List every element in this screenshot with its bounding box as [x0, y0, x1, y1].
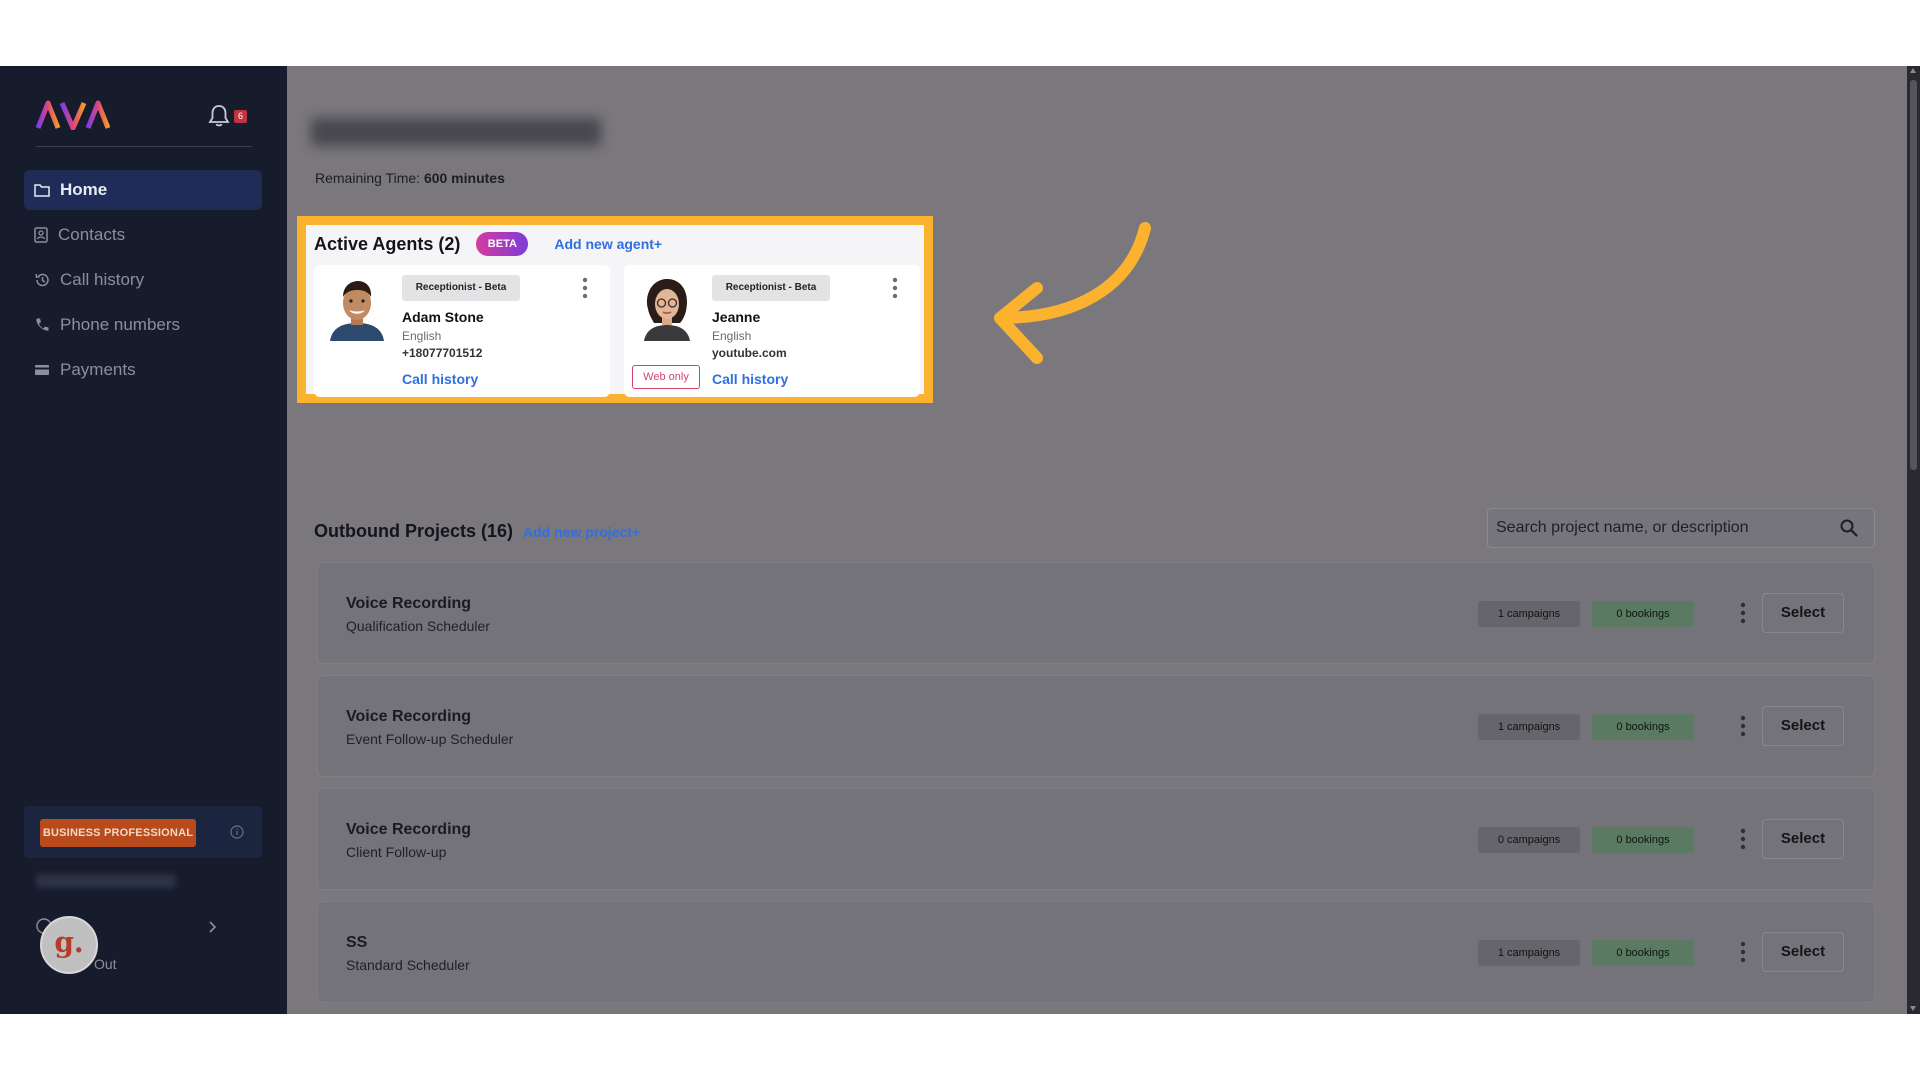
agent-call-history-link[interactable]: Call history — [402, 371, 478, 387]
plan-card: BUSINESS PROFESSIONAL — [24, 806, 262, 858]
bookings-badge: 0 bookings — [1592, 827, 1694, 853]
active-agents-header: Active Agents (2) BETA Add new agent+ — [314, 232, 662, 256]
project-description: Qualification Scheduler — [346, 618, 490, 634]
project-name: Voice Recording — [346, 821, 472, 838]
campaigns-badge: 1 campaigns — [1478, 714, 1580, 740]
project-row[interactable]: SS Standard Scheduler 1 campaigns 0 book… — [317, 901, 1875, 1003]
sidebar-item-contacts[interactable]: Contacts — [24, 215, 262, 255]
beta-badge: BETA — [476, 232, 529, 256]
agent-card[interactable]: Receptionist - Beta Adam Stone English +… — [314, 265, 610, 397]
campaigns-badge: 1 campaigns — [1478, 601, 1580, 627]
sidebar-item-label: Phone numbers — [60, 315, 181, 334]
vertical-scrollbar[interactable] — [1907, 66, 1920, 1014]
agent-phone: +18077701512 — [402, 346, 483, 360]
scroll-up-arrow[interactable] — [1910, 68, 1916, 73]
remaining-time: Remaining Time: 600 minutes — [315, 170, 505, 186]
more-vertical-icon[interactable] — [1740, 941, 1746, 963]
folder-icon — [34, 184, 50, 197]
project-search — [1487, 508, 1875, 548]
more-vertical-icon[interactable] — [1740, 828, 1746, 850]
history-icon — [35, 273, 49, 287]
agent-website: youtube.com — [712, 346, 787, 360]
project-row[interactable]: Voice Recording Client Follow-up 0 campa… — [317, 788, 1875, 890]
curved-arrow-icon — [994, 222, 1151, 364]
outbound-projects-header: Outbound Projects (16) Add new project+ — [314, 521, 640, 542]
sidebar-divider — [36, 146, 252, 147]
scroll-down-arrow[interactable] — [1910, 1006, 1916, 1011]
more-vertical-icon[interactable] — [892, 277, 898, 299]
campaigns-badge: 1 campaigns — [1478, 940, 1580, 966]
phone-icon — [36, 318, 49, 331]
agent-language: English — [712, 329, 752, 343]
project-list: Voice Recording Qualification Scheduler … — [317, 562, 1875, 1014]
select-project-button[interactable]: Select — [1762, 932, 1844, 972]
remaining-time-value: 600 minutes — [423, 170, 505, 186]
project-description: Standard Scheduler — [346, 957, 470, 973]
active-agents-title: Active Agents (2) — [314, 233, 461, 254]
notifications-button[interactable]: 6 — [208, 104, 252, 130]
chevron-right-icon[interactable] — [208, 920, 218, 934]
plan-badge[interactable]: BUSINESS PROFESSIONAL — [40, 819, 196, 847]
search-icon[interactable] — [1840, 519, 1858, 537]
project-name: Voice Recording — [346, 708, 472, 725]
scroll-thumb[interactable] — [1910, 80, 1917, 470]
agent-avatar — [324, 275, 390, 341]
sidebar-item-payments[interactable]: Payments — [24, 350, 262, 390]
project-description: Event Follow-up Scheduler — [346, 731, 514, 747]
agent-name: Jeanne — [712, 309, 761, 325]
sidebar-item-label: Payments — [60, 360, 136, 379]
web-only-badge: Web only — [632, 365, 700, 389]
more-vertical-icon[interactable] — [1740, 602, 1746, 624]
agent-name: Adam Stone — [402, 309, 484, 325]
overlay-avatar: g. — [40, 916, 98, 974]
agent-call-history-link[interactable]: Call history — [712, 371, 788, 387]
more-vertical-icon[interactable] — [582, 277, 588, 299]
bookings-badge: 0 bookings — [1592, 601, 1694, 627]
remaining-time-label: Remaining Time: — [315, 170, 421, 186]
notification-count-badge: 6 — [234, 110, 247, 123]
app-window: 6 Home Contacts Call history Phone numbe… — [0, 66, 1920, 1014]
sidebar-nav: Home Contacts Call history Phone numbers… — [24, 170, 262, 395]
select-project-button[interactable]: Select — [1762, 706, 1844, 746]
agent-role-tag: Receptionist - Beta — [402, 275, 520, 301]
sidebar-item-phone-numbers[interactable]: Phone numbers — [24, 305, 262, 345]
select-project-button[interactable]: Select — [1762, 593, 1844, 633]
project-row[interactable]: Voice Recording Event Follow-up Schedule… — [317, 675, 1875, 777]
sidebar: 6 Home Contacts Call history Phone numbe… — [0, 66, 287, 1014]
sign-out-label: Out — [94, 956, 117, 972]
bookings-badge: 0 bookings — [1592, 940, 1694, 966]
user-name-blurred — [36, 874, 176, 888]
project-row[interactable]: Voice Recording Qualification Scheduler … — [317, 562, 1875, 664]
card-icon — [35, 365, 49, 375]
agent-language: English — [402, 329, 442, 343]
agent-card[interactable]: Receptionist - Beta Jeanne English youtu… — [624, 265, 920, 397]
add-new-agent-link[interactable]: Add new agent+ — [554, 236, 662, 252]
select-project-button[interactable]: Select — [1762, 819, 1844, 859]
ava-logo — [36, 100, 110, 130]
project-description: Client Follow-up — [346, 844, 447, 860]
main-content: Remaining Time: 600 minutes Active Agent… — [287, 66, 1907, 1014]
welcome-heading-blurred — [311, 118, 601, 146]
campaigns-badge: 0 campaigns — [1478, 827, 1580, 853]
outbound-projects-title: Outbound Projects (16) — [314, 521, 514, 541]
project-name: SS — [346, 934, 368, 951]
agent-avatar — [634, 275, 700, 341]
sidebar-item-label: Contacts — [58, 225, 126, 244]
sidebar-item-call-history[interactable]: Call history — [24, 260, 262, 300]
agent-role-tag: Receptionist - Beta — [712, 275, 830, 301]
add-new-project-link[interactable]: Add new project+ — [523, 524, 640, 540]
project-search-input[interactable] — [1496, 509, 1836, 547]
contacts-icon — [34, 227, 48, 243]
more-vertical-icon[interactable] — [1740, 715, 1746, 737]
bell-icon — [208, 105, 230, 127]
sidebar-item-label: Home — [60, 180, 108, 199]
sidebar-item-home[interactable]: Home — [24, 170, 262, 210]
bookings-badge: 0 bookings — [1592, 714, 1694, 740]
active-agents-panel: Active Agents (2) BETA Add new agent+ Re… — [297, 216, 933, 403]
project-name: Voice Recording — [346, 595, 472, 612]
sidebar-item-label: Call history — [60, 270, 145, 289]
info-icon[interactable] — [230, 825, 244, 839]
